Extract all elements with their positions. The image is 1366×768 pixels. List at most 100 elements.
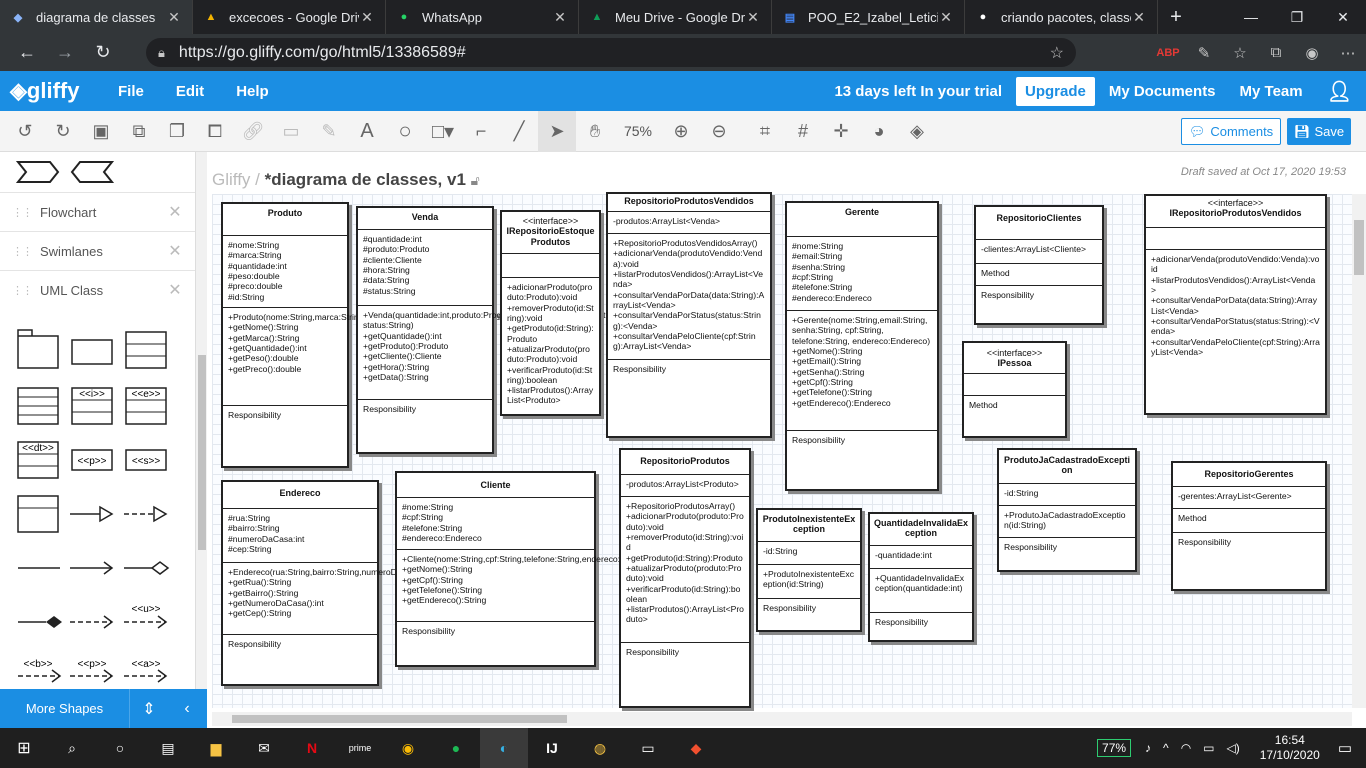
new-tab-button[interactable]: + bbox=[1158, 0, 1194, 34]
file-explorer-icon[interactable]: ▆ bbox=[192, 728, 240, 768]
tab-github[interactable]: ● criando pacotes, classes ✕ bbox=[965, 0, 1158, 34]
volume-icon[interactable]: ◁) bbox=[1227, 741, 1240, 755]
text-tool-icon[interactable]: A bbox=[348, 111, 386, 152]
composition-line[interactable] bbox=[18, 616, 62, 628]
usage-arrow[interactable]: <<u>> bbox=[124, 604, 168, 629]
spotify-icon[interactable]: ● bbox=[432, 728, 480, 768]
git-icon[interactable]: ◆ bbox=[672, 728, 720, 768]
comment-shape-icon[interactable]: ▭ bbox=[272, 111, 310, 152]
class-3-section-shape[interactable] bbox=[125, 331, 167, 369]
access-arrow[interactable]: <<a>> bbox=[124, 659, 168, 683]
microphone-icon[interactable]: ♪ bbox=[1145, 741, 1151, 755]
battery-indicator[interactable]: 77% bbox=[1097, 739, 1132, 757]
gliffy-logo[interactable]: ◈ gliffy bbox=[10, 78, 100, 104]
user-icon[interactable]: 👤︎ bbox=[1327, 79, 1352, 104]
group-icon[interactable]: ▣ bbox=[82, 111, 120, 152]
search-icon[interactable]: ⌕ bbox=[48, 728, 96, 768]
my-team-link[interactable]: My Team bbox=[1240, 83, 1303, 100]
uml-interface-ipessoa[interactable]: <<interface>> IPessoa Method bbox=[962, 341, 1067, 438]
datatype-shape[interactable]: <<dt>> bbox=[17, 441, 59, 479]
canvas-horizontal-scrollbar[interactable] bbox=[212, 712, 1352, 726]
chrome-icon[interactable]: ◉ bbox=[384, 728, 432, 768]
canvas-vertical-scroll-thumb[interactable] bbox=[1354, 220, 1364, 275]
collapse-sidebar-icon[interactable]: ‹ bbox=[168, 700, 206, 718]
terminal-icon[interactable]: ▭ bbox=[624, 728, 672, 768]
notifications-icon[interactable]: ▭ bbox=[1338, 739, 1352, 757]
minimize-icon[interactable]: — bbox=[1228, 0, 1274, 34]
url-field[interactable]: 🔒︎ https://go.gliffy.com/go/html5/133865… bbox=[146, 38, 1076, 67]
document-title[interactable]: *diagrama de classes, v1 bbox=[265, 170, 466, 189]
uml-class-endereco[interactable]: Endereco #rua:String #bairro:String #num… bbox=[221, 480, 477, 686]
close-window-icon[interactable]: ✕ bbox=[1320, 0, 1366, 34]
guides-icon[interactable]: ✛ bbox=[822, 111, 860, 152]
rectangle-tool-icon[interactable]: □▾ bbox=[424, 111, 462, 152]
mail-icon[interactable]: ✉ bbox=[240, 728, 288, 768]
vpn-icon[interactable]: ◍ bbox=[576, 728, 624, 768]
uml-class-cliente[interactable]: Cliente #nome:String #cpf:String #telefo… bbox=[395, 471, 660, 667]
zoom-in-icon[interactable]: ⊕ bbox=[662, 111, 700, 152]
uml-class-gerente[interactable]: Gerente #nome:String #email:String #senh… bbox=[785, 201, 939, 491]
tab-whatsapp[interactable]: ● WhatsApp ✕ bbox=[386, 0, 579, 34]
signal-shape[interactable]: <<s>> bbox=[125, 449, 167, 471]
grid-icon[interactable]: # bbox=[784, 111, 822, 152]
drag-handle-icon[interactable]: ⋮⋮ bbox=[12, 206, 40, 219]
drag-handle-icon[interactable]: ⋮⋮ bbox=[12, 284, 40, 297]
uml-interface-irepositorio-estoque-produtos[interactable]: <<interface>> IRepositorioEstoqueProdutos… bbox=[500, 210, 601, 416]
uml-class-repositorio-produtos[interactable]: RepositorioProdutos -produtos:ArrayList<… bbox=[619, 448, 751, 708]
reading-list-icon[interactable]: ☆ bbox=[1222, 44, 1258, 62]
ungroup-icon[interactable]: ⧉ bbox=[120, 111, 158, 152]
windows-start-icon[interactable]: ⊞ bbox=[0, 728, 48, 768]
tab-poo-docx[interactable]: ▤ POO_E2_Izabel_Leticia.docx ✕ bbox=[772, 0, 965, 34]
snap-grid-icon[interactable]: ⌗ bbox=[746, 111, 784, 152]
realization-arrow[interactable] bbox=[124, 505, 168, 523]
pointer-tool-icon[interactable]: ➤ bbox=[538, 110, 576, 152]
connector-tool-icon[interactable]: ⌐ bbox=[462, 111, 500, 152]
netflix-icon[interactable]: N bbox=[288, 728, 336, 768]
uml-class-produto[interactable]: Produto #nome:String #marca:String #quan… bbox=[221, 202, 524, 468]
dependency-arrow[interactable] bbox=[70, 615, 114, 629]
tab-meu-drive[interactable]: ▲ Meu Drive - Google Drive ✕ bbox=[579, 0, 772, 34]
close-tab-icon[interactable]: ✕ bbox=[359, 9, 375, 26]
wifi-icon[interactable]: ◠ bbox=[1181, 741, 1191, 755]
drag-handle-icon[interactable]: ⋮⋮ bbox=[12, 245, 40, 258]
generalization-arrow[interactable] bbox=[70, 505, 114, 523]
close-tab-icon[interactable]: ✕ bbox=[1131, 9, 1147, 26]
directed-association-arrow[interactable] bbox=[70, 561, 114, 575]
format-painter-icon[interactable]: ✎ bbox=[310, 111, 348, 152]
restore-icon[interactable]: ❐ bbox=[1274, 0, 1320, 34]
redo-icon[interactable]: ↻ bbox=[44, 111, 82, 152]
tab-diagrama-de-classes[interactable]: ◆ diagrama de classes ✕ bbox=[0, 0, 193, 34]
collections-icon[interactable]: ⧉ bbox=[1258, 44, 1294, 61]
extension-icon[interactable]: ✎ bbox=[1186, 44, 1222, 62]
forward-icon[interactable]: → bbox=[46, 34, 84, 71]
uml-class-produto-inexistente-exception[interactable]: ProdutoInexistenteException -id:String +… bbox=[756, 508, 862, 632]
enumeration-shape[interactable]: <<e>> bbox=[125, 387, 167, 425]
tab-excecoes[interactable]: ▲ excecoes - Google Drive ✕ bbox=[193, 0, 386, 34]
bookmark-star-icon[interactable]: ☆ bbox=[1050, 43, 1064, 63]
primitive-shape[interactable]: <<p>> bbox=[71, 449, 113, 471]
more-options-icon[interactable]: ⋯ bbox=[1330, 44, 1366, 62]
battery-icon[interactable]: ▭ bbox=[1203, 741, 1214, 755]
library-swimlanes[interactable]: ⋮⋮ Swimlanes ✕ bbox=[0, 231, 195, 270]
back-icon[interactable]: ← bbox=[8, 34, 46, 71]
close-tab-icon[interactable]: ✕ bbox=[745, 9, 761, 26]
class-shape[interactable] bbox=[71, 339, 113, 365]
ellipse-tool-icon[interactable]: ○ bbox=[386, 111, 424, 152]
menu-edit[interactable]: Edit bbox=[176, 83, 204, 100]
intellij-icon[interactable]: IJ bbox=[528, 728, 576, 768]
bring-front-icon[interactable]: ❐ bbox=[158, 111, 196, 152]
uml-class-quantidade-invalida-exception[interactable]: QuantidadeInvalidaException -quantidade:… bbox=[868, 512, 974, 642]
permit-arrow[interactable]: <<p>> bbox=[70, 659, 114, 683]
pan-tool-icon[interactable]: ✋︎ bbox=[576, 111, 614, 152]
close-icon[interactable]: ✕ bbox=[155, 241, 195, 261]
uml-class-repositorio-produtos-vendidos[interactable]: RepositorioProdutosVendidos -produtos:Ar… bbox=[606, 192, 772, 438]
interface-shape[interactable]: <<i>> bbox=[71, 387, 113, 425]
undo-icon[interactable]: ↺ bbox=[6, 111, 44, 152]
class-4-section-shape[interactable] bbox=[17, 387, 59, 425]
profile-avatar[interactable]: ◉ bbox=[1294, 44, 1330, 62]
link-icon[interactable]: 🔗︎ bbox=[234, 111, 272, 152]
library-uml-class[interactable]: ⋮⋮ UML Class ✕ bbox=[0, 270, 195, 309]
send-back-icon[interactable]: ⧠ bbox=[196, 111, 234, 152]
upgrade-button[interactable]: Upgrade bbox=[1016, 76, 1095, 106]
close-tab-icon[interactable]: ✕ bbox=[166, 9, 182, 26]
